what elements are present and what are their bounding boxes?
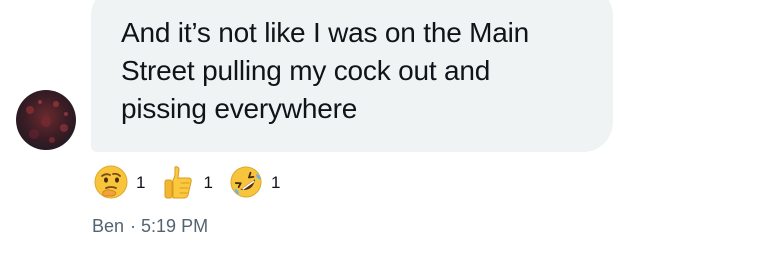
message-meta: Ben · 5:19 PM	[92, 216, 208, 237]
reaction-thumbs-up[interactable]: 1	[159, 163, 213, 201]
reaction-thinking[interactable]: 1	[92, 163, 145, 201]
reaction-count: 1	[270, 173, 281, 192]
thumbs-up-icon	[164, 166, 193, 199]
message-text: And it’s not like I was on the Main Stre…	[121, 17, 530, 124]
reaction-count: 1	[203, 173, 213, 192]
reaction-count: 1	[136, 173, 146, 192]
message-time: 5:19 PM	[141, 216, 209, 236]
sender-avatar[interactable]	[16, 90, 76, 150]
message-bubble[interactable]: And it’s not like I was on the Main Stre…	[91, 0, 613, 152]
sender-name: Ben	[92, 216, 125, 236]
reaction-rofl[interactable]: 1	[227, 163, 280, 201]
rolling-on-floor-laughing-icon	[230, 166, 262, 198]
thinking-face-icon	[94, 165, 128, 199]
avatar-image	[16, 90, 76, 150]
meta-separator: ·	[130, 216, 137, 236]
reactions-bar: 1 1 1	[92, 162, 294, 202]
